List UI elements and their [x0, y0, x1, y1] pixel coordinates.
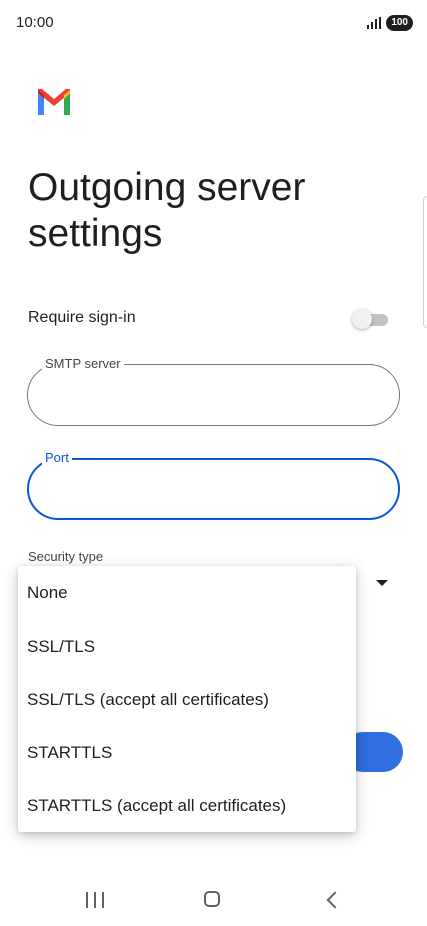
menu-item-starttls-accept-all[interactable]: STARTTLS (accept all certificates)	[27, 796, 286, 816]
status-icons: 100	[366, 15, 413, 31]
require-signin-label: Require sign-in	[28, 309, 136, 326]
menu-item-none[interactable]: None	[27, 583, 68, 603]
chevron-down-icon[interactable]	[376, 580, 388, 586]
menu-item-starttls[interactable]: STARTTLS	[27, 743, 112, 763]
require-signin-toggle[interactable]	[352, 309, 388, 329]
nav-recents-icon[interactable]	[86, 892, 104, 908]
gmail-logo	[38, 89, 70, 115]
port-label: Port	[42, 450, 72, 466]
port-field[interactable]: Port	[27, 450, 400, 520]
security-type-label: Security type	[28, 549, 104, 564]
menu-item-ssl-tls[interactable]: SSL/TLS	[27, 637, 95, 657]
smtp-server-field[interactable]: SMTP server	[27, 356, 400, 426]
battery-icon: 100	[386, 15, 413, 31]
signal-icon	[367, 17, 382, 29]
security-type-menu: None SSL/TLS SSL/TLS (accept all certifi…	[18, 566, 356, 832]
port-input[interactable]	[47, 478, 381, 498]
status-time: 10:00	[16, 14, 54, 31]
system-navigation-bar	[0, 872, 427, 926]
nav-back-icon[interactable]	[326, 891, 344, 909]
side-panel-handle[interactable]	[423, 196, 427, 328]
menu-item-ssl-tls-accept-all[interactable]: SSL/TLS (accept all certificates)	[27, 690, 269, 710]
nav-home-icon[interactable]	[204, 891, 220, 907]
page-title: Outgoing server settings	[28, 166, 306, 255]
smtp-server-input[interactable]	[46, 383, 380, 403]
status-bar: 10:00 100	[0, 0, 427, 48]
smtp-server-label: SMTP server	[42, 356, 124, 372]
toggle-thumb	[352, 309, 372, 329]
